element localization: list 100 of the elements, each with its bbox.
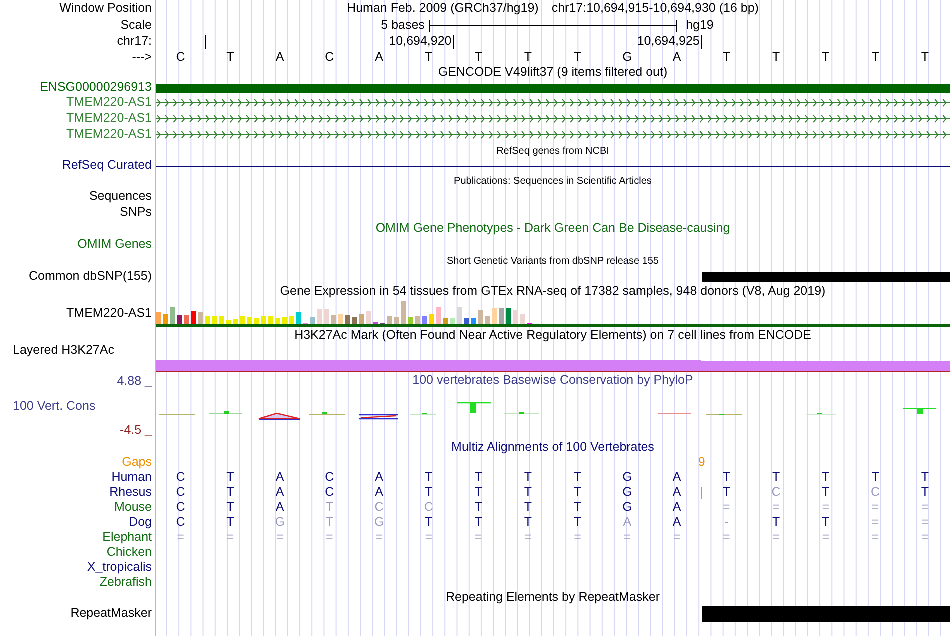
track-label[interactable]: TMEM220-AS1 [66, 307, 152, 321]
aligned-base: T [822, 470, 830, 484]
track-label[interactable]: Common dbSNP(155) [29, 270, 152, 284]
species-label[interactable]: Dog [129, 516, 152, 530]
track-title: OMIM Gene Phenotypes - Dark Green Can Be Disease-causing [376, 222, 730, 236]
track-label[interactable]: RepeatMasker [70, 607, 152, 621]
track-label[interactable]: Layered H3K27Ac [13, 344, 114, 358]
row-label: chr17: [117, 35, 152, 49]
row-label: Scale [120, 18, 152, 32]
aligned-base: = [922, 500, 929, 514]
tissue-bar [177, 315, 182, 324]
aligned-base: = [922, 530, 929, 544]
aligned-base: = [524, 530, 532, 544]
aligned-base: T [474, 500, 482, 514]
aligned-base: A [276, 500, 284, 514]
species-label[interactable]: Chicken [106, 546, 152, 560]
aligned-base: = [872, 516, 880, 530]
aligned-base: T [524, 486, 532, 500]
aligned-base: G [374, 516, 384, 530]
aligned-base: = [872, 500, 880, 514]
tissue-bar [296, 312, 301, 324]
track-label[interactable]: ENSG00000296913 [40, 81, 152, 95]
row-label: Window Position [60, 2, 152, 16]
tissue-bar [492, 308, 497, 324]
tissue-bar [205, 316, 210, 324]
tissue-bar [394, 317, 399, 324]
aligned-base: = [822, 500, 830, 514]
track-label[interactable]: TMEM220-AS1 [66, 128, 152, 142]
tissue-bar [240, 316, 245, 324]
base-letter: T [524, 50, 532, 64]
track-title: Repeating Elements by RepeatMasker [446, 591, 660, 605]
aligned-base: = [822, 530, 830, 544]
aligned-base: T [226, 470, 234, 484]
aligned-base: T [226, 500, 234, 514]
base-letter: T [722, 50, 730, 64]
track-label[interactable]: TMEM220-AS1 [66, 96, 152, 110]
tissue-bar [471, 318, 476, 324]
aligned-base: T [326, 500, 334, 514]
species-label[interactable]: Elephant [102, 530, 152, 544]
aligned-base: T [425, 470, 433, 484]
scale-min-label: -4.5 _ [120, 424, 152, 438]
tissue-bar [191, 311, 196, 324]
tissue-bar [359, 314, 364, 324]
aligned-base: T [524, 470, 532, 484]
tissue-bar [184, 315, 189, 324]
base-letter: A [375, 50, 384, 64]
base-letter: T [872, 50, 880, 64]
base-letter: A [672, 50, 682, 64]
track-label[interactable]: OMIM Genes [78, 238, 152, 252]
gap-count: 9 [698, 456, 706, 470]
tissue-bar [506, 308, 511, 324]
tissue-bar [387, 316, 392, 324]
track-label[interactable]: Sequences [89, 190, 152, 204]
tissue-bar [156, 312, 161, 324]
track-title: Publications: Sequences in Scientific Articles [454, 176, 652, 186]
base-letter: A [276, 50, 284, 64]
species-label[interactable]: Rhesus [110, 486, 152, 500]
aligned-base: G [275, 516, 285, 530]
aligned-base: A [276, 470, 284, 484]
aligned-base: = [673, 530, 681, 544]
tissue-bar [282, 317, 287, 324]
coordinate-label: 10,694,925 [637, 35, 700, 49]
aligned-base: C [176, 516, 186, 530]
aligned-base: T [772, 470, 780, 484]
aligned-base: C [424, 500, 434, 514]
aligned-base: C [325, 470, 334, 484]
tissue-bar [499, 308, 504, 324]
aligned-base: T [524, 516, 532, 530]
tissue-bar [233, 319, 238, 324]
aligned-base: C [176, 486, 186, 500]
track-label[interactable]: TMEM220-AS1 [66, 112, 152, 126]
base-letter: T [574, 50, 582, 64]
species-label[interactable]: Mouse [114, 500, 152, 514]
tissue-bar [254, 318, 259, 324]
species-label[interactable]: Human [112, 470, 152, 484]
aligned-base: T [474, 486, 482, 500]
tissue-bar [219, 316, 224, 324]
base-letter: T [226, 50, 234, 64]
track-label[interactable]: SNPs [120, 206, 152, 220]
aligned-base: T [226, 486, 234, 500]
aligned-base: G [622, 470, 632, 484]
aligned-base: = [326, 530, 334, 544]
aligned-base: T [474, 516, 482, 530]
aligned-base: = [226, 530, 234, 544]
track-label[interactable]: RefSeq Curated [62, 159, 152, 173]
tissue-bar [429, 314, 434, 324]
tissue-bar [401, 301, 406, 324]
tissue-bar [415, 316, 420, 324]
aligned-base: = [922, 516, 929, 530]
species-label[interactable]: X_tropicalis [87, 560, 152, 574]
aligned-base: T [722, 470, 730, 484]
tissue-bar [464, 318, 469, 324]
aligned-base: = [376, 530, 383, 544]
track-label[interactable]: 100 Vert. Cons [13, 400, 96, 414]
base-letter: T [772, 50, 780, 64]
tissue-bar [198, 312, 203, 324]
aligned-base: = [574, 530, 582, 544]
species-label[interactable]: Zebrafish [100, 576, 152, 590]
track-title: RefSeq genes from NCBI [496, 146, 610, 156]
aligned-base: T [524, 500, 532, 514]
